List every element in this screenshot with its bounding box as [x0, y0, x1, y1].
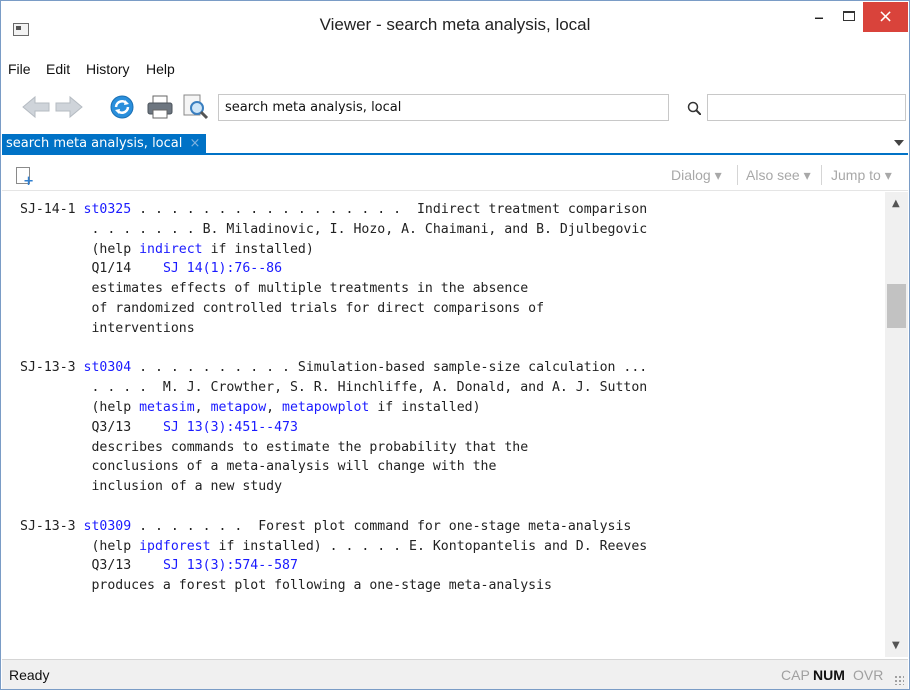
result-id: SJ-13-3 — [20, 360, 76, 376]
result-issue: Q1/14 — [91, 261, 132, 277]
result-id: SJ-14-1 — [20, 202, 76, 217]
menu-edit[interactable]: Edit — [46, 61, 70, 77]
result-description: estimates effects of multiple treatments… — [91, 281, 529, 297]
help-prefix: (help — [20, 538, 140, 554]
result-title: . . . . . . . Forest plot command for on… — [131, 518, 632, 534]
tab-close-icon[interactable]: × — [189, 134, 200, 154]
help-link-indirect[interactable]: indirect — [139, 242, 203, 257]
menu-bar: File Edit History Help — [2, 58, 908, 82]
ovr-indicator: OVR — [853, 667, 884, 683]
help-link-metapow[interactable]: metapow — [211, 400, 267, 415]
help-link-metasim[interactable]: metasim — [139, 400, 195, 415]
new-viewer-icon[interactable] — [16, 167, 34, 189]
print-icon[interactable] — [146, 94, 174, 120]
minimize-button[interactable]: – — [804, 7, 834, 41]
help-link-metapowplot[interactable]: metapowplot — [282, 400, 369, 415]
tab-list-dropdown-icon[interactable] — [894, 140, 904, 146]
cap-indicator: CAP — [781, 667, 810, 683]
result-description: inclusion of a new study — [91, 479, 283, 495]
help-suffix: if installed) . . . . . E. Kontopantelis… — [210, 538, 648, 554]
vertical-scrollbar[interactable]: ▲ ▼ — [885, 192, 908, 657]
forward-arrow-icon[interactable] — [54, 95, 84, 119]
tab-search-meta-analysis[interactable]: search meta analysis, local × — [2, 134, 207, 154]
scroll-down-icon[interactable]: ▼ — [892, 640, 900, 651]
scroll-thumb[interactable] — [887, 284, 906, 328]
tab-label: search meta analysis, local — [6, 136, 183, 151]
search-icon[interactable] — [687, 101, 701, 115]
result-issue: Q3/13 — [91, 558, 132, 574]
menu-file[interactable]: File — [8, 61, 31, 77]
find-input[interactable] — [707, 94, 906, 121]
viewer-subbar: Dialog ▾ Also see ▾ Jump to ▾ — [2, 159, 908, 191]
search-results: SJ-14-1 st0325 . . . . . . . . . . . . .… — [20, 202, 648, 594]
result-authors: . . . . . . . B. Miladinovic, I. Hozo, A… — [20, 221, 648, 237]
status-bar: Ready CAP NUM OVR — [2, 659, 908, 689]
maximize-icon — [843, 11, 855, 21]
close-button[interactable]: × — [863, 2, 908, 32]
viewer-content: SJ-14-1 st0325 . . . . . . . . . . . . .… — [2, 192, 885, 657]
result-description: of randomized controlled trials for dire… — [91, 300, 545, 316]
result-description: interventions — [91, 320, 195, 336]
divider — [737, 165, 738, 185]
menu-history[interactable]: History — [86, 61, 130, 77]
result-description: describes commands to estimate the proba… — [91, 439, 529, 455]
result-description: conclusions of a meta-analysis will chan… — [91, 459, 497, 475]
jump-to-menu[interactable]: Jump to ▾ — [831, 167, 892, 184]
dialog-menu[interactable]: Dialog ▾ — [671, 167, 722, 184]
help-prefix: (help — [20, 399, 140, 415]
journal-ref-link[interactable]: SJ 14(1):76--86 — [163, 261, 282, 276]
num-indicator: NUM — [813, 667, 845, 683]
back-arrow-icon[interactable] — [21, 95, 51, 119]
journal-ref-link[interactable]: SJ 13(3):574--587 — [163, 558, 298, 573]
find-in-page-icon[interactable] — [181, 93, 209, 121]
result-authors: . . . . M. J. Crowther, S. R. Hinchliffe… — [20, 380, 648, 396]
result-title: . . . . . . . . . . Simulation-based sam… — [131, 360, 648, 376]
refresh-icon[interactable] — [109, 94, 135, 120]
result-code-link[interactable]: st0304 — [84, 360, 132, 375]
journal-ref-link[interactable]: SJ 13(3):451--473 — [163, 420, 298, 435]
result-code-link[interactable]: st0309 — [84, 519, 132, 534]
scroll-up-icon[interactable]: ▲ — [892, 198, 900, 209]
help-suffix: if installed) — [202, 241, 314, 257]
menu-help[interactable]: Help — [146, 61, 175, 77]
maximize-button[interactable] — [834, 7, 864, 41]
result-id: SJ-13-3 — [20, 518, 76, 534]
status-text: Ready — [9, 667, 50, 683]
address-field[interactable]: search meta analysis, local — [218, 94, 669, 121]
help-suffix: if installed) — [369, 399, 481, 415]
help-prefix: (help — [20, 241, 140, 257]
result-title: . . . . . . . . . . . . . . . . . Indire… — [131, 202, 648, 217]
viewer-window: Viewer - search meta analysis, local – ×… — [0, 0, 910, 690]
help-link-ipdforest[interactable]: ipdforest — [139, 539, 210, 554]
result-issue: Q3/13 — [91, 419, 132, 435]
result-code-link[interactable]: st0325 — [84, 202, 132, 217]
tab-strip: search meta analysis, local × — [2, 134, 908, 155]
divider — [821, 165, 822, 185]
title-bar: Viewer - search meta analysis, local – × — [1, 1, 909, 55]
window-title: Viewer - search meta analysis, local — [319, 15, 591, 34]
result-description: produces a forest plot following a one-s… — [91, 578, 552, 594]
resize-grip-icon[interactable] — [894, 675, 904, 685]
also-see-menu[interactable]: Also see ▾ — [746, 167, 811, 184]
